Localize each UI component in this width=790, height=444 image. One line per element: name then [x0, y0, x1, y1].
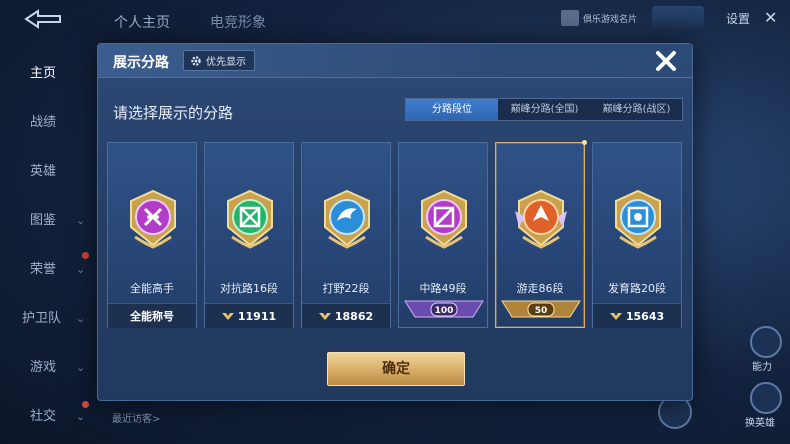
lane-filter-tabs: 分路段位 巅峰分路(全国) 巅峰分路(战区)	[405, 98, 683, 121]
rank-arrow-icon	[609, 313, 622, 320]
sidebar: 主页 战绩 英雄 图鉴 ⌄ 荣誉 ⌄ 护卫队 ⌄ 游戏 ⌄ 社交 ⌄	[0, 40, 96, 444]
dialog-subtitle: 请选择展示的分路	[113, 104, 234, 122]
lane-card-label: 全能高手	[130, 282, 174, 295]
switch-hero-icon[interactable]	[750, 382, 782, 414]
lane-display-dialog: 展示分路 优先显示 请选择展示的分路 分路段位 巅峰分路(全国) 巅峰分路(战区…	[97, 43, 693, 401]
rank-score: 15643	[625, 309, 665, 323]
chevron-down-icon: ⌄	[76, 312, 86, 325]
lane-card-label: 游走86段	[516, 282, 564, 295]
green-clash-lane-emblem-icon	[227, 189, 273, 249]
game-card-label: 俱乐游戏名片	[583, 14, 638, 25]
sidebar-item-atlas[interactable]: 图鉴 ⌄	[0, 206, 96, 236]
lane-card-list: 全能高手 全能称号 对抗路16段 11911 打野22段 18862 中路49段…	[107, 140, 687, 328]
sidebar-item-label: 英雄	[30, 164, 57, 179]
lane-card-jungle[interactable]: 打野22段 18862	[301, 142, 391, 328]
confirm-button[interactable]: 确定	[327, 352, 465, 386]
dialog-header: 展示分路 优先显示	[98, 44, 692, 78]
lane-card-footer: 11911	[205, 303, 293, 328]
settings-button[interactable]: 设置	[726, 10, 750, 27]
gear-icon	[191, 55, 201, 66]
lane-card-allround[interactable]: 全能高手 全能称号	[107, 142, 197, 328]
blue-jungle-emblem-icon	[324, 189, 370, 249]
lane-card-label: 中路49段	[419, 282, 467, 295]
tab-esports-image[interactable]: 电竞形象	[210, 12, 266, 32]
rank-arrow-icon	[221, 313, 234, 320]
sidebar-item-label: 荣誉	[30, 262, 57, 277]
game-card-button[interactable]: 俱乐游戏名片	[561, 8, 637, 28]
close-icon[interactable]: ✕	[764, 8, 777, 27]
chevron-down-icon: ⌄	[76, 263, 86, 276]
lane-card-mid[interactable]: 中路49段 100	[398, 142, 488, 328]
sidebar-item-label: 战绩	[30, 115, 57, 130]
background-top-bar: 个人主页 电竞形象 俱乐游戏名片 设置 ✕	[0, 0, 790, 40]
sidebar-item-heroes[interactable]: 英雄	[0, 157, 96, 187]
priority-display-button[interactable]: 优先显示	[183, 50, 255, 71]
lane-card-footer: 全能称号	[108, 303, 196, 328]
orange-roam-emblem-icon	[515, 189, 567, 249]
back-arrow-icon[interactable]	[22, 8, 66, 30]
chevron-down-icon: ⌄	[76, 361, 86, 374]
purple-mid-lane-emblem-icon	[421, 189, 467, 249]
notification-dot	[82, 401, 89, 408]
priority-display-label: 优先显示	[206, 57, 246, 68]
tab-peak-lane-national[interactable]: 巅峰分路(全国)	[498, 99, 591, 120]
tab-personal-home[interactable]: 个人主页	[114, 12, 170, 32]
selection-sparkle	[582, 140, 587, 145]
sidebar-item-label: 护卫队	[22, 311, 62, 326]
rank-stars-count: 50	[535, 306, 548, 316]
purple-rank-ribbon-icon: 100	[404, 300, 484, 318]
sidebar-item-honor[interactable]: 荣誉 ⌄	[0, 255, 96, 285]
close-icon[interactable]	[651, 46, 681, 76]
switch-hero-label: 换英雄	[745, 418, 775, 429]
rank-arrow-icon	[318, 313, 331, 320]
lane-card-roam[interactable]: 游走86段 50	[495, 140, 587, 328]
sidebar-item-social[interactable]: 社交 ⌄	[0, 402, 96, 432]
lane-card-label: 对抗路16段	[220, 282, 278, 295]
rank-score: 11911	[237, 309, 277, 323]
gold-rank-ribbon-icon: 50	[501, 300, 581, 318]
dialog-title: 展示分路	[113, 55, 169, 71]
sidebar-item-game[interactable]: 游戏 ⌄	[0, 353, 96, 383]
lane-card-label: 打野22段	[322, 282, 370, 295]
ability-icon[interactable]	[750, 326, 782, 358]
blue-farm-lane-emblem-icon	[615, 189, 661, 249]
rank-score: 18862	[334, 309, 374, 323]
recent-visitors-link[interactable]: 最近访客>	[112, 410, 160, 425]
tab-lane-rank[interactable]: 分路段位	[406, 99, 498, 120]
rank-stars-count: 100	[435, 306, 454, 316]
lane-card-footer: 15643	[593, 303, 681, 328]
ability-label: 能力	[752, 362, 772, 373]
purple-allround-emblem-icon	[130, 189, 176, 249]
sidebar-item-home[interactable]: 主页	[0, 59, 96, 89]
lane-card-label: 发育路20段	[608, 282, 666, 295]
sidebar-item-guard[interactable]: 护卫队 ⌄	[0, 304, 96, 334]
avatar	[561, 10, 579, 26]
allround-title-text: 全能称号	[130, 310, 174, 323]
sidebar-item-record[interactable]: 战绩	[0, 108, 96, 138]
chevron-down-icon: ⌄	[76, 214, 86, 227]
tab-peak-lane-region[interactable]: 巅峰分路(战区)	[591, 99, 682, 120]
sidebar-item-label: 社交	[30, 409, 57, 424]
lane-card-footer: 18862	[302, 303, 390, 328]
sidebar-item-label: 主页	[30, 66, 57, 81]
lane-card-clash[interactable]: 对抗路16段 11911	[204, 142, 294, 328]
sidebar-item-label: 游戏	[30, 360, 57, 375]
lane-card-farm[interactable]: 发育路20段 15643	[592, 142, 682, 328]
status-badge	[652, 6, 704, 28]
notification-dot	[82, 252, 89, 259]
sidebar-item-label: 图鉴	[30, 213, 57, 228]
